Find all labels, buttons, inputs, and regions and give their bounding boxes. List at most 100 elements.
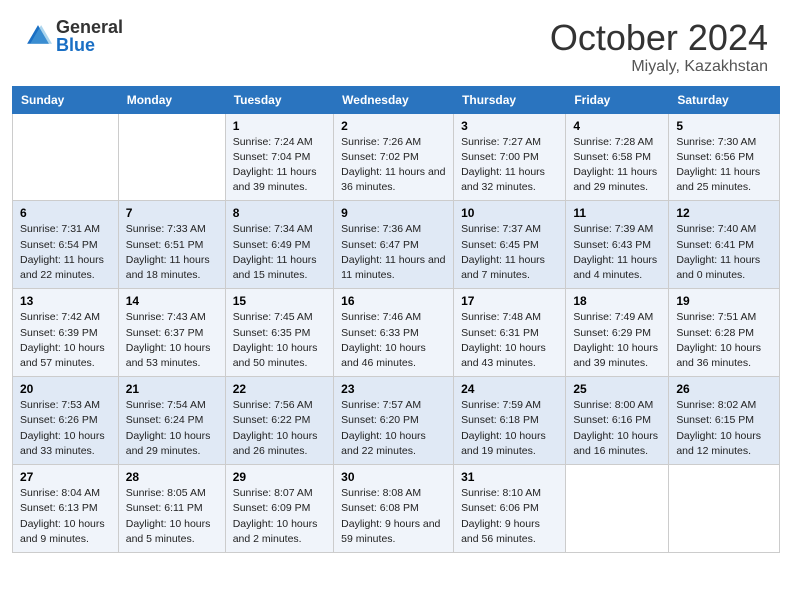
calendar-cell: 29 Sunrise: 8:07 AMSunset: 6:09 PMDayligh… <box>225 465 333 553</box>
logo-general-text: General <box>56 18 123 36</box>
day-number: 14 <box>126 294 218 308</box>
day-number: 31 <box>461 470 558 484</box>
day-number: 2 <box>341 119 446 133</box>
day-info: Sunrise: 7:26 AMSunset: 7:02 PMDaylight:… <box>341 135 446 196</box>
day-info: Sunrise: 7:57 AMSunset: 6:20 PMDaylight:… <box>341 398 446 459</box>
day-info: Sunrise: 8:05 AMSunset: 6:11 PMDaylight:… <box>126 486 218 547</box>
calendar-cell: 7Sunrise: 7:33 AMSunset: 6:51 PMDaylight… <box>118 201 225 289</box>
day-number: 1 <box>233 119 326 133</box>
calendar-week-row: 6 Sunrise: 7:31 AMSunset: 6:54 PMDaylight… <box>13 201 780 289</box>
calendar-cell: 5 Sunrise: 7:30 AMSunset: 6:56 PMDaylight… <box>669 113 780 201</box>
month-title: October 2024 <box>550 18 768 58</box>
day-number: 13 <box>20 294 111 308</box>
calendar-header-friday: Friday <box>566 86 669 113</box>
day-number: 25 <box>573 382 661 396</box>
logo-icon <box>24 22 52 50</box>
calendar-cell: 1 Sunrise: 7:24 AMSunset: 7:04 PMDaylight… <box>225 113 333 201</box>
calendar-cell: 18 Sunrise: 7:49 AMSunset: 6:29 PMDayligh… <box>566 289 669 377</box>
calendar-cell <box>566 465 669 553</box>
calendar-cell: 19 Sunrise: 7:51 AMSunset: 6:28 PMDayligh… <box>669 289 780 377</box>
logo: General Blue <box>24 18 123 54</box>
calendar-cell: 20Sunrise: 7:53 AMSunset: 6:26 PMDayligh… <box>13 377 119 465</box>
day-number: 10 <box>461 206 558 220</box>
calendar-cell: 26 Sunrise: 8:02 AMSunset: 6:15 PMDayligh… <box>669 377 780 465</box>
day-number: 29 <box>233 470 326 484</box>
day-info: Sunrise: 7:42 AMSunset: 6:39 PMDaylight:… <box>20 310 111 371</box>
day-number: 8 <box>233 206 326 220</box>
calendar-cell: 10 Sunrise: 7:37 AMSunset: 6:45 PMDayligh… <box>454 201 566 289</box>
calendar-week-row: 27Sunrise: 8:04 AMSunset: 6:13 PMDayligh… <box>13 465 780 553</box>
calendar-cell: 22Sunrise: 7:56 AMSunset: 6:22 PMDayligh… <box>225 377 333 465</box>
day-number: 5 <box>676 119 772 133</box>
calendar-cell: 28 Sunrise: 8:05 AMSunset: 6:11 PMDayligh… <box>118 465 225 553</box>
day-info: Sunrise: 8:02 AMSunset: 6:15 PMDaylight:… <box>676 398 772 459</box>
day-info: Sunrise: 7:24 AMSunset: 7:04 PMDaylight:… <box>233 135 326 196</box>
calendar-cell <box>13 113 119 201</box>
day-info: Sunrise: 7:27 AMSunset: 7:00 PMDaylight:… <box>461 135 558 196</box>
page-header: General Blue October 2024 Miyaly, Kazakh… <box>0 0 792 86</box>
calendar-cell: 17 Sunrise: 7:48 AMSunset: 6:31 PMDayligh… <box>454 289 566 377</box>
day-info: Sunrise: 7:54 AMSunset: 6:24 PMDaylight:… <box>126 398 218 459</box>
calendar-header-sunday: Sunday <box>13 86 119 113</box>
day-info: Sunrise: 7:31 AMSunset: 6:54 PMDaylight:… <box>20 222 111 283</box>
calendar-cell: 27Sunrise: 8:04 AMSunset: 6:13 PMDayligh… <box>13 465 119 553</box>
calendar-cell <box>118 113 225 201</box>
day-info: Sunrise: 7:51 AMSunset: 6:28 PMDaylight:… <box>676 310 772 371</box>
calendar-cell: 31 Sunrise: 8:10 AMSunset: 6:06 PMDayligh… <box>454 465 566 553</box>
day-number: 16 <box>341 294 446 308</box>
day-info: Sunrise: 7:39 AMSunset: 6:43 PMDaylight:… <box>573 222 661 283</box>
calendar-cell: 21 Sunrise: 7:54 AMSunset: 6:24 PMDayligh… <box>118 377 225 465</box>
day-number: 28 <box>126 470 218 484</box>
day-number: 26 <box>676 382 772 396</box>
calendar-cell: 11Sunrise: 7:39 AMSunset: 6:43 PMDayligh… <box>566 201 669 289</box>
calendar-week-row: 1 Sunrise: 7:24 AMSunset: 7:04 PMDaylight… <box>13 113 780 201</box>
day-info: Sunrise: 7:33 AMSunset: 6:51 PMDaylight:… <box>126 222 218 283</box>
calendar-header-monday: Monday <box>118 86 225 113</box>
calendar-cell: 24Sunrise: 7:59 AMSunset: 6:18 PMDayligh… <box>454 377 566 465</box>
day-info: Sunrise: 8:07 AMSunset: 6:09 PMDaylight:… <box>233 486 326 547</box>
day-number: 9 <box>341 206 446 220</box>
calendar-cell: 4 Sunrise: 7:28 AMSunset: 6:58 PMDaylight… <box>566 113 669 201</box>
calendar-cell: 23 Sunrise: 7:57 AMSunset: 6:20 PMDayligh… <box>334 377 454 465</box>
calendar-cell: 15 Sunrise: 7:45 AMSunset: 6:35 PMDayligh… <box>225 289 333 377</box>
day-number: 30 <box>341 470 446 484</box>
day-info: Sunrise: 8:08 AMSunset: 6:08 PMDaylight:… <box>341 486 446 547</box>
day-number: 23 <box>341 382 446 396</box>
day-number: 21 <box>126 382 218 396</box>
calendar-cell: 13 Sunrise: 7:42 AMSunset: 6:39 PMDayligh… <box>13 289 119 377</box>
day-number: 4 <box>573 119 661 133</box>
calendar-header-row: SundayMondayTuesdayWednesdayThursdayFrid… <box>13 86 780 113</box>
calendar-cell: 2 Sunrise: 7:26 AMSunset: 7:02 PMDaylight… <box>334 113 454 201</box>
day-info: Sunrise: 8:00 AMSunset: 6:16 PMDaylight:… <box>573 398 661 459</box>
day-info: Sunrise: 7:45 AMSunset: 6:35 PMDaylight:… <box>233 310 326 371</box>
calendar-week-row: 20Sunrise: 7:53 AMSunset: 6:26 PMDayligh… <box>13 377 780 465</box>
location-title: Miyaly, Kazakhstan <box>550 58 768 76</box>
day-number: 27 <box>20 470 111 484</box>
calendar-table: SundayMondayTuesdayWednesdayThursdayFrid… <box>12 86 780 553</box>
day-number: 6 <box>20 206 111 220</box>
day-number: 19 <box>676 294 772 308</box>
calendar-cell: 14Sunrise: 7:43 AMSunset: 6:37 PMDayligh… <box>118 289 225 377</box>
calendar-header-wednesday: Wednesday <box>334 86 454 113</box>
calendar-cell: 3 Sunrise: 7:27 AMSunset: 7:00 PMDaylight… <box>454 113 566 201</box>
day-info: Sunrise: 7:53 AMSunset: 6:26 PMDaylight:… <box>20 398 111 459</box>
day-info: Sunrise: 7:48 AMSunset: 6:31 PMDaylight:… <box>461 310 558 371</box>
day-info: Sunrise: 7:34 AMSunset: 6:49 PMDaylight:… <box>233 222 326 283</box>
logo-blue-text: Blue <box>56 36 123 54</box>
day-number: 3 <box>461 119 558 133</box>
calendar-header-saturday: Saturday <box>669 86 780 113</box>
calendar-container: SundayMondayTuesdayWednesdayThursdayFrid… <box>0 86 792 565</box>
day-number: 17 <box>461 294 558 308</box>
day-number: 18 <box>573 294 661 308</box>
day-number: 15 <box>233 294 326 308</box>
day-info: Sunrise: 7:49 AMSunset: 6:29 PMDaylight:… <box>573 310 661 371</box>
day-info: Sunrise: 7:28 AMSunset: 6:58 PMDaylight:… <box>573 135 661 196</box>
day-info: Sunrise: 7:40 AMSunset: 6:41 PMDaylight:… <box>676 222 772 283</box>
calendar-cell <box>669 465 780 553</box>
day-info: Sunrise: 7:59 AMSunset: 6:18 PMDaylight:… <box>461 398 558 459</box>
day-info: Sunrise: 7:37 AMSunset: 6:45 PMDaylight:… <box>461 222 558 283</box>
day-info: Sunrise: 7:30 AMSunset: 6:56 PMDaylight:… <box>676 135 772 196</box>
calendar-header-tuesday: Tuesday <box>225 86 333 113</box>
day-info: Sunrise: 8:10 AMSunset: 6:06 PMDaylight:… <box>461 486 558 547</box>
calendar-cell: 25 Sunrise: 8:00 AMSunset: 6:16 PMDayligh… <box>566 377 669 465</box>
